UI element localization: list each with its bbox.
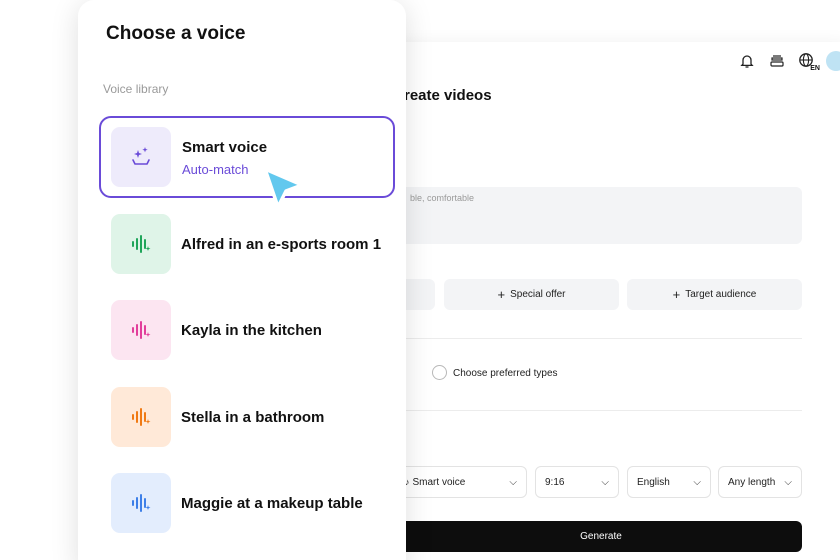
divider (400, 410, 802, 411)
plus-icon: + (497, 287, 506, 302)
aspect-ratio-select[interactable]: 9:16 ⌵ (535, 466, 619, 498)
length-value: Any length (728, 476, 776, 488)
waveform-icon (111, 473, 171, 533)
voice-select[interactable]: ♪ Smart voice ⌵ (396, 466, 527, 498)
voice-chooser-panel: Choose a voice Voice library Smart voice… (78, 0, 406, 560)
language-value: English (637, 476, 670, 488)
avatar[interactable] (826, 51, 840, 71)
voice-name: Alfred in an e-sports room 1 (181, 236, 382, 253)
textarea-placeholder: ble, comfortable (410, 193, 475, 203)
language-select[interactable]: English ⌵ (627, 466, 711, 498)
voice-item-stella[interactable]: Stella in a bathroom (100, 377, 396, 459)
length-select[interactable]: Any length ⌵ (718, 466, 802, 498)
voice-item-smart-voice[interactable]: Smart voice Auto-match (99, 116, 395, 198)
voice-name: Smart voice (182, 139, 268, 156)
chevron-down-icon: ⌵ (784, 476, 792, 488)
section-label: Voice library (103, 82, 169, 96)
page-title: reate videos (404, 87, 492, 104)
bell-icon[interactable] (736, 50, 758, 72)
voice-item-maggie[interactable]: Maggie at a makeup table (100, 463, 396, 545)
voice-name: Maggie at a makeup table (181, 495, 363, 512)
waveform-icon (111, 387, 171, 447)
sparkle-icon (111, 127, 171, 187)
voice-item-alfred[interactable]: Alfred in an e-sports room 1 (100, 204, 396, 286)
description-textarea[interactable]: ble, comfortable (400, 187, 802, 244)
stack-icon[interactable] (766, 50, 788, 72)
chevron-down-icon: ⌵ (693, 476, 701, 488)
waveform-icon (111, 214, 171, 274)
chevron-down-icon: ⌵ (509, 476, 517, 488)
generate-label: Generate (580, 531, 622, 542)
panel-title: Choose a voice (106, 23, 246, 44)
radio-label: Choose preferred types (453, 368, 558, 379)
divider (400, 338, 802, 339)
voice-name: Kayla in the kitchen (181, 322, 322, 339)
voice-item-kayla[interactable]: Kayla in the kitchen (100, 290, 396, 372)
top-toolbar: EN (736, 50, 840, 72)
pointer-cursor-icon (263, 167, 304, 209)
aspect-ratio-value: 9:16 (545, 476, 565, 488)
plus-icon: + (672, 287, 681, 302)
globe-language-icon[interactable]: EN (796, 50, 820, 72)
video-creator-window: EN reate videos ble, comfortable + Specia… (360, 42, 840, 560)
special-offer-button[interactable]: + Special offer (444, 279, 619, 310)
voice-name: Stella in a bathroom (181, 409, 325, 426)
target-audience-label: Target audience (685, 289, 757, 300)
voice-select-value: ♪ Smart voice (405, 476, 466, 488)
language-badge: EN (810, 65, 820, 72)
generate-button[interactable]: Generate (400, 521, 802, 552)
special-offer-label: Special offer (510, 289, 566, 300)
voice-subtitle: Auto-match (182, 162, 249, 177)
chevron-down-icon: ⌵ (601, 476, 609, 488)
target-audience-button[interactable]: + Target audience (627, 279, 802, 310)
radio-choose-preferred-types[interactable] (432, 365, 447, 380)
waveform-icon (111, 300, 171, 360)
